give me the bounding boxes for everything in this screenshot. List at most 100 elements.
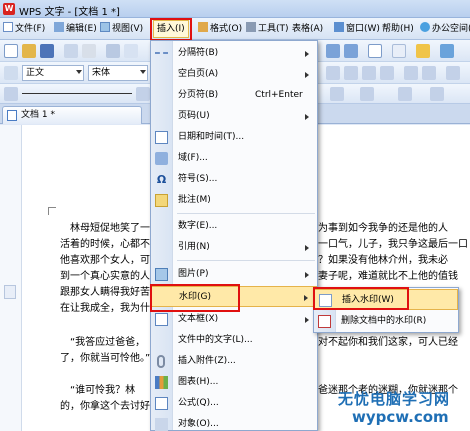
menu-item-comment[interactable]: 批注(M) bbox=[151, 190, 317, 211]
view-icon bbox=[100, 22, 110, 32]
menu-window[interactable]: 窗口(W) bbox=[334, 21, 380, 37]
menu-item-object[interactable]: 对象(O)... bbox=[151, 414, 317, 431]
font-combo[interactable]: 宋体 bbox=[88, 65, 148, 81]
menu-view[interactable]: 视图(V) bbox=[100, 21, 143, 37]
align-right-icon[interactable] bbox=[362, 66, 376, 80]
arrow-style-icon[interactable] bbox=[330, 87, 344, 101]
chevron-right-icon bbox=[305, 272, 309, 278]
bullets-icon[interactable] bbox=[422, 66, 436, 80]
menu-item-page-break[interactable]: 分页符(B) Ctrl+Enter bbox=[151, 85, 317, 106]
menu-item-symbol[interactable]: Ω 符号(S)... bbox=[151, 169, 317, 190]
menu-separator bbox=[177, 260, 315, 261]
menu-item-page-number[interactable]: 页码(U) bbox=[151, 106, 317, 127]
text-line: 一口气，儿子，我只争这最后一口 bbox=[318, 239, 468, 250]
shadow-icon[interactable] bbox=[360, 87, 374, 101]
chevron-right-icon bbox=[304, 295, 308, 301]
insert-formula-icon[interactable] bbox=[368, 44, 382, 58]
menu-table[interactable]: 表格(A) bbox=[292, 21, 323, 37]
text-line: 妻子呢，难道就比不上他的值钱 bbox=[318, 271, 458, 282]
calendar-icon bbox=[155, 131, 168, 144]
style-combo[interactable]: 正文 bbox=[22, 65, 84, 81]
window-icon bbox=[334, 22, 344, 32]
align-left-icon[interactable] bbox=[326, 66, 340, 80]
menu-item-number[interactable]: 数字(E)... bbox=[151, 216, 317, 237]
chevron-right-icon bbox=[305, 51, 309, 57]
open-icon[interactable] bbox=[22, 44, 36, 58]
menu-item-formula[interactable]: 公式(Q)... bbox=[151, 393, 317, 414]
menu-item-chart[interactable]: 图表(H)... bbox=[151, 372, 317, 393]
tools-icon bbox=[246, 22, 256, 32]
menu-office-space[interactable]: 办公空间( bbox=[420, 21, 470, 37]
tab-document-1[interactable]: 文档 1 * bbox=[2, 106, 142, 124]
pane-toggle-icon[interactable] bbox=[4, 285, 16, 299]
zoom-icon[interactable] bbox=[440, 44, 454, 58]
file-icon bbox=[3, 22, 13, 32]
menu-format[interactable]: 格式(O) bbox=[198, 21, 242, 37]
table-icon[interactable] bbox=[392, 44, 406, 58]
text-line: 对不起你和我们这家，可人已经 bbox=[318, 337, 458, 348]
indent-icon[interactable] bbox=[446, 66, 460, 80]
menu-help[interactable]: 帮助(H) bbox=[382, 21, 414, 37]
new-doc-icon[interactable] bbox=[4, 44, 18, 58]
align-center-icon[interactable] bbox=[344, 66, 358, 80]
print-preview-icon[interactable] bbox=[82, 44, 96, 58]
styles-icon[interactable] bbox=[4, 66, 18, 80]
chevron-right-icon bbox=[305, 245, 309, 251]
align-objects-icon[interactable] bbox=[398, 87, 412, 101]
menu-file[interactable]: 文件(F) bbox=[3, 21, 45, 37]
menu-item-watermark[interactable]: 水印(G) bbox=[151, 286, 317, 307]
format-icon bbox=[198, 22, 208, 32]
menu-item-separator[interactable]: 分隔符(B) bbox=[151, 43, 317, 64]
menu-item-textbox[interactable]: 文本框(X) bbox=[151, 309, 317, 330]
menu-insert[interactable]: 插入(I) bbox=[153, 20, 189, 38]
line-sample bbox=[22, 93, 132, 94]
cut-icon[interactable] bbox=[106, 44, 120, 58]
left-task-pane bbox=[0, 125, 22, 431]
redo-icon[interactable] bbox=[344, 44, 358, 58]
text-line: 为事到如今我争的还是他的人 bbox=[318, 223, 448, 234]
page-margin-marker bbox=[48, 207, 56, 215]
rotate-icon[interactable] bbox=[430, 87, 444, 101]
line-dropdown-icon[interactable] bbox=[136, 87, 150, 101]
menu-item-field[interactable]: 域(F)... bbox=[151, 148, 317, 169]
chart-icon bbox=[155, 376, 168, 389]
picture-icon bbox=[155, 268, 168, 281]
omega-symbol-icon: Ω bbox=[156, 173, 167, 186]
menu-separator bbox=[177, 213, 315, 214]
menu-item-date-time[interactable]: 日期和时间(T)... bbox=[151, 127, 317, 148]
menu-item-text-from-file[interactable]: 文件中的文字(L)... bbox=[151, 330, 317, 351]
window-title: WPS 文字 - [文档 1 *] bbox=[19, 7, 120, 18]
menu-edit[interactable]: 编辑(E) bbox=[54, 21, 97, 37]
attachment-icon bbox=[157, 355, 165, 368]
office-space-icon bbox=[420, 22, 430, 32]
menu-item-attachment[interactable]: 插入附件(Z)... bbox=[151, 351, 317, 372]
menu-tools[interactable]: 工具(T) bbox=[246, 21, 289, 37]
comment-icon bbox=[155, 194, 168, 207]
drawing-icon[interactable] bbox=[416, 44, 430, 58]
undo-icon[interactable] bbox=[326, 44, 340, 58]
watermark-page-icon bbox=[319, 294, 332, 307]
justify-icon[interactable] bbox=[380, 66, 394, 80]
menu-item-picture[interactable]: 图片(P) bbox=[151, 264, 317, 285]
site-watermark-logo: 无忧电脑学习网 wypcw.com bbox=[338, 390, 451, 426]
menu-item-insert-watermark[interactable]: 插入水印(W) bbox=[314, 289, 458, 310]
menu-item-delete-watermark[interactable]: 删除文档中的水印(R) bbox=[314, 311, 458, 332]
wps-app-icon: W bbox=[3, 3, 15, 15]
chevron-down-icon bbox=[76, 70, 82, 74]
line-style-icon[interactable] bbox=[4, 87, 18, 101]
paragraph-2-right: 对不起你和我们这家，可人已经 bbox=[318, 335, 468, 351]
shortcut-label: Ctrl+Enter bbox=[255, 90, 303, 100]
watermark-submenu: 插入水印(W) 删除文档中的水印(R) bbox=[313, 287, 459, 333]
paragraph-1-right: 为事到如今我争的还是他的人 一口气，儿子，我只争这最后一口 ？如果没有他林介州，… bbox=[318, 221, 468, 285]
document-icon bbox=[7, 110, 17, 121]
chevron-down-icon bbox=[140, 70, 146, 74]
field-icon bbox=[155, 152, 168, 165]
chevron-right-icon bbox=[305, 72, 309, 78]
numbering-icon[interactable] bbox=[404, 66, 418, 80]
save-icon[interactable] bbox=[40, 44, 54, 58]
copy-icon[interactable] bbox=[124, 44, 138, 58]
menu-item-reference[interactable]: 引用(N) bbox=[151, 237, 317, 258]
menu-item-blank-page[interactable]: 空白页(A) bbox=[151, 64, 317, 85]
edit-icon bbox=[54, 22, 64, 32]
print-icon[interactable] bbox=[64, 44, 78, 58]
